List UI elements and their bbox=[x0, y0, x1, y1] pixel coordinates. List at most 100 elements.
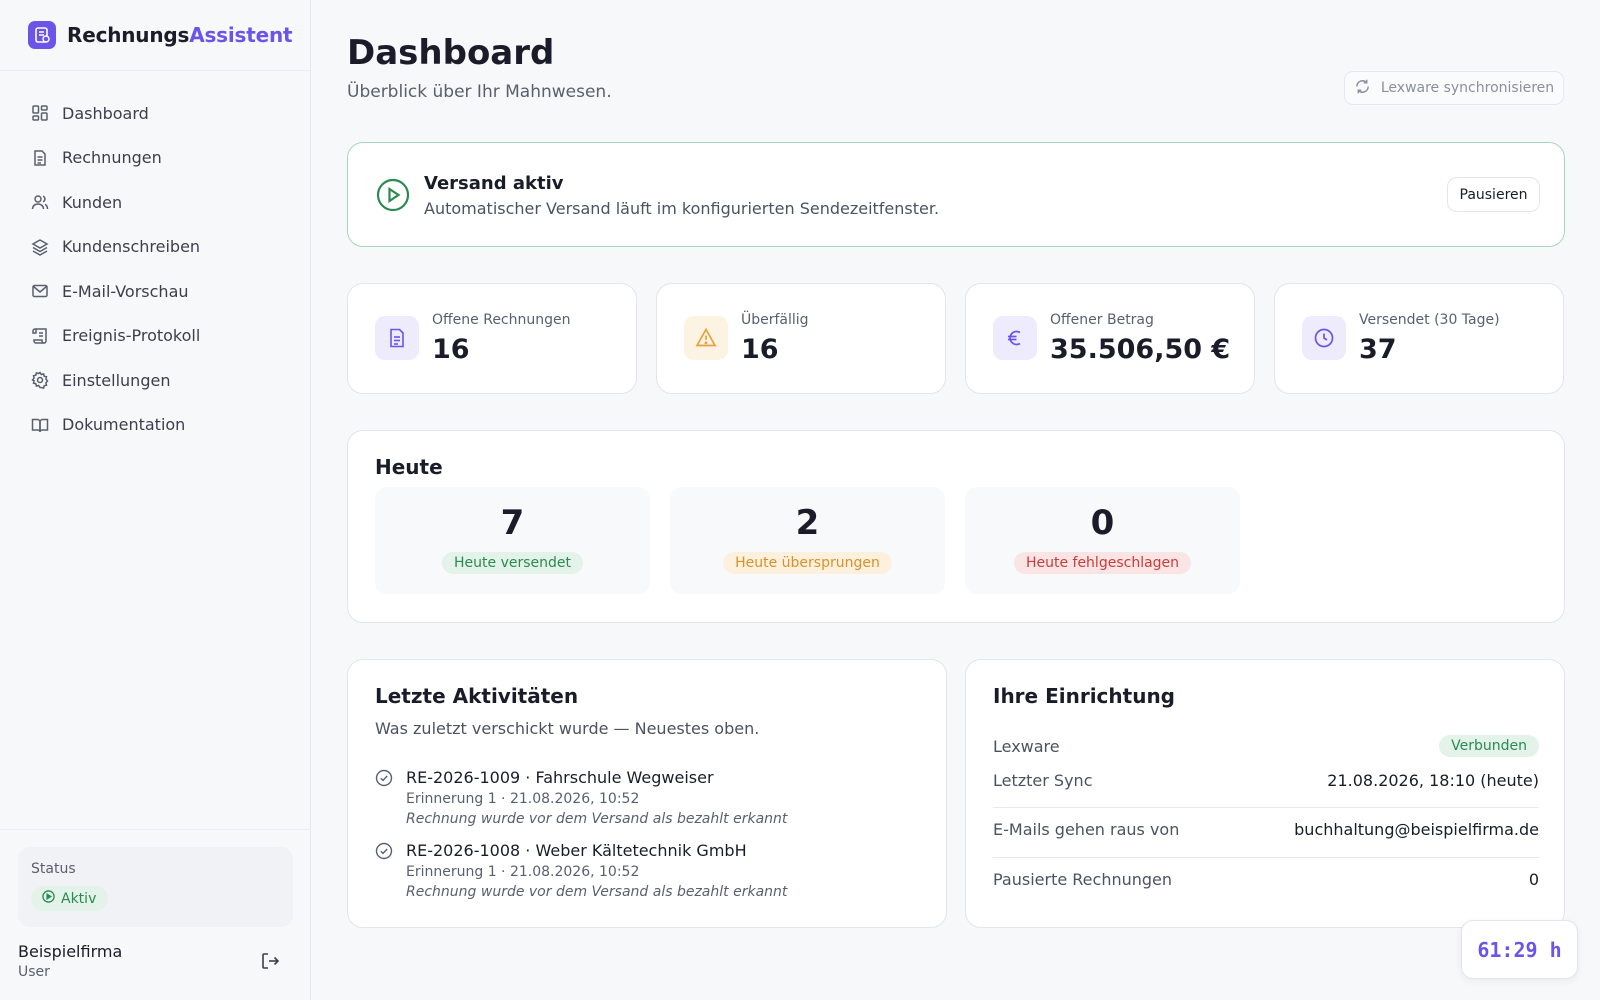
lexware-sync-button[interactable]: Lexware synchronisieren bbox=[1344, 71, 1564, 105]
stat-card-open-invoices: Offene Rechnungen 16 bbox=[347, 283, 637, 394]
session-timer: 61:29 h bbox=[1461, 920, 1578, 979]
play-circle-icon bbox=[42, 890, 55, 907]
activity-item-title: RE-2026-1008 · Weber Kältetechnik GmbH bbox=[406, 841, 747, 860]
status-value: Aktiv bbox=[61, 890, 97, 907]
page-title: Dashboard bbox=[347, 33, 555, 73]
today-skipped-value: 2 bbox=[795, 503, 820, 543]
stat-value: 16 bbox=[741, 334, 779, 365]
app-logo-icon bbox=[28, 21, 56, 49]
sidebar-nav: Dashboard Rechnungen Kunden Kundenschrei… bbox=[0, 71, 310, 447]
user-name: Beispielfirma bbox=[18, 942, 123, 961]
stat-value: 16 bbox=[432, 334, 470, 365]
sidebar-item-label: E-Mail-Vorschau bbox=[62, 281, 189, 301]
setup-row-sender: E-Mails gehen raus von buchhaltung@beisp… bbox=[993, 818, 1539, 840]
check-circle-icon bbox=[375, 842, 393, 860]
today-failed-cell: 0 Heute fehlgeschlagen bbox=[965, 487, 1240, 594]
mail-icon bbox=[31, 282, 49, 300]
stat-value: 35.506,50 € bbox=[1050, 334, 1231, 365]
sidebar-item-label: Kundenschreiben bbox=[62, 237, 201, 257]
today-sent-value: 7 bbox=[500, 503, 525, 543]
setup-row-key: Letzter Sync bbox=[993, 770, 1093, 790]
today-failed-badge: Heute fehlgeschlagen bbox=[1013, 552, 1192, 574]
clock-icon bbox=[1302, 316, 1346, 360]
gear-icon bbox=[31, 371, 49, 390]
stat-label: Versendet (30 Tage) bbox=[1359, 312, 1500, 328]
banner-subtitle: Automatischer Versand läuft im konfiguri… bbox=[424, 199, 940, 218]
status-badge: Aktiv bbox=[31, 886, 109, 911]
status-label: Status bbox=[31, 861, 76, 877]
setup-row-lexware: Lexware Verbunden bbox=[993, 733, 1539, 759]
shipping-status-banner: Versand aktiv Automatischer Versand läuf… bbox=[347, 142, 1565, 247]
page-subtitle: Überblick über Ihr Mahnwesen. bbox=[347, 82, 612, 102]
today-sent-badge: Heute versendet bbox=[442, 552, 583, 574]
stat-value: 37 bbox=[1359, 334, 1397, 365]
today-skipped-badge: Heute übersprungen bbox=[723, 552, 892, 574]
recent-activity-card: Letzte Aktivitäten Was zuletzt verschick… bbox=[347, 659, 947, 928]
brand[interactable]: RechnungsAssistent bbox=[0, 0, 310, 71]
sidebar-item-dokumentation[interactable]: Dokumentation bbox=[0, 403, 310, 448]
divider bbox=[993, 857, 1539, 858]
activity-item-title: RE-2026-1009 · Fahrschule Wegweiser bbox=[406, 768, 714, 787]
today-title: Heute bbox=[375, 455, 443, 479]
euro-icon bbox=[993, 316, 1037, 360]
scroll-icon bbox=[31, 327, 49, 345]
refresh-icon bbox=[1354, 78, 1371, 99]
connected-badge: Verbunden bbox=[1439, 735, 1539, 757]
main-content: Dashboard Überblick über Ihr Mahnwesen. … bbox=[311, 0, 1600, 1000]
user-role: User bbox=[18, 964, 50, 980]
stat-label: Offener Betrag bbox=[1050, 312, 1154, 328]
setup-card: Ihre Einrichtung Lexware Verbunden Letzt… bbox=[965, 659, 1565, 928]
pause-button[interactable]: Pausieren bbox=[1447, 177, 1540, 212]
sidebar-item-email-vorschau[interactable]: E-Mail-Vorschau bbox=[0, 269, 310, 314]
sidebar-item-dashboard[interactable]: Dashboard bbox=[0, 91, 310, 136]
activity-item-meta: Erinnerung 1 · 21.08.2026, 10:52 bbox=[406, 864, 640, 880]
banner-title: Versand aktiv bbox=[424, 173, 564, 194]
sidebar-item-label: Einstellungen bbox=[62, 370, 171, 390]
sidebar-item-kunden[interactable]: Kunden bbox=[0, 180, 310, 225]
sidebar-item-label: Rechnungen bbox=[62, 148, 162, 168]
divider bbox=[993, 807, 1539, 808]
today-sent-cell: 7 Heute versendet bbox=[375, 487, 650, 594]
stat-card-overdue: Überfällig 16 bbox=[656, 283, 946, 394]
brand-name-part2: Assistent bbox=[189, 23, 293, 47]
activity-item-note: Rechnung wurde vor dem Versand als bezah… bbox=[406, 811, 788, 827]
setup-row-value: buchhaltung@beispielfirma.de bbox=[1294, 819, 1539, 839]
setup-row-value: 0 bbox=[1528, 869, 1539, 889]
sidebar-footer: Status Aktiv Beispielfirma User bbox=[0, 829, 311, 1000]
document-icon bbox=[31, 149, 49, 167]
activity-title: Letzte Aktivitäten bbox=[375, 684, 579, 708]
users-icon bbox=[31, 193, 49, 211]
sidebar: RechnungsAssistent Dashboard Rechnungen … bbox=[0, 0, 311, 1000]
sidebar-item-label: Dokumentation bbox=[62, 415, 186, 435]
activity-subtitle: Was zuletzt verschickt wurde — Neuestes … bbox=[375, 719, 760, 738]
sidebar-item-einstellungen[interactable]: Einstellungen bbox=[0, 358, 310, 403]
activity-item-note: Rechnung wurde vor dem Versand als bezah… bbox=[406, 884, 788, 900]
dashboard-grid-icon bbox=[31, 104, 49, 122]
setup-row-key: Lexware bbox=[993, 736, 1060, 756]
sidebar-item-label: Ereignis-Protokoll bbox=[62, 326, 201, 346]
status-box: Status Aktiv bbox=[18, 847, 293, 927]
book-icon bbox=[31, 416, 49, 434]
today-card: Heute 7 Heute versendet 2 Heute überspru… bbox=[347, 430, 1565, 623]
check-circle-icon bbox=[375, 769, 393, 787]
stat-card-sent-30-days: Versendet (30 Tage) 37 bbox=[1274, 283, 1564, 394]
sidebar-item-label: Kunden bbox=[62, 192, 123, 212]
stat-card-open-amount: Offener Betrag 35.506,50 € bbox=[965, 283, 1255, 394]
sidebar-item-label: Dashboard bbox=[62, 103, 149, 123]
brand-name: RechnungsAssistent bbox=[67, 23, 293, 47]
lexware-sync-label: Lexware synchronisieren bbox=[1380, 80, 1555, 96]
activity-item-meta: Erinnerung 1 · 21.08.2026, 10:52 bbox=[406, 791, 640, 807]
warning-icon bbox=[684, 316, 728, 360]
setup-row-key: E-Mails gehen raus von bbox=[993, 819, 1180, 839]
setup-title: Ihre Einrichtung bbox=[993, 684, 1175, 708]
today-failed-value: 0 bbox=[1090, 503, 1115, 543]
stat-label: Überfällig bbox=[741, 312, 809, 328]
logout-icon[interactable] bbox=[260, 951, 280, 971]
sidebar-item-ereignis-protokoll[interactable]: Ereignis-Protokoll bbox=[0, 314, 310, 359]
layers-icon bbox=[31, 238, 49, 256]
document-icon bbox=[375, 316, 419, 360]
sidebar-item-rechnungen[interactable]: Rechnungen bbox=[0, 136, 310, 181]
sidebar-item-kundenschreiben[interactable]: Kundenschreiben bbox=[0, 225, 310, 270]
setup-row-paused: Pausierte Rechnungen 0 bbox=[993, 868, 1539, 890]
today-skipped-cell: 2 Heute übersprungen bbox=[670, 487, 945, 594]
